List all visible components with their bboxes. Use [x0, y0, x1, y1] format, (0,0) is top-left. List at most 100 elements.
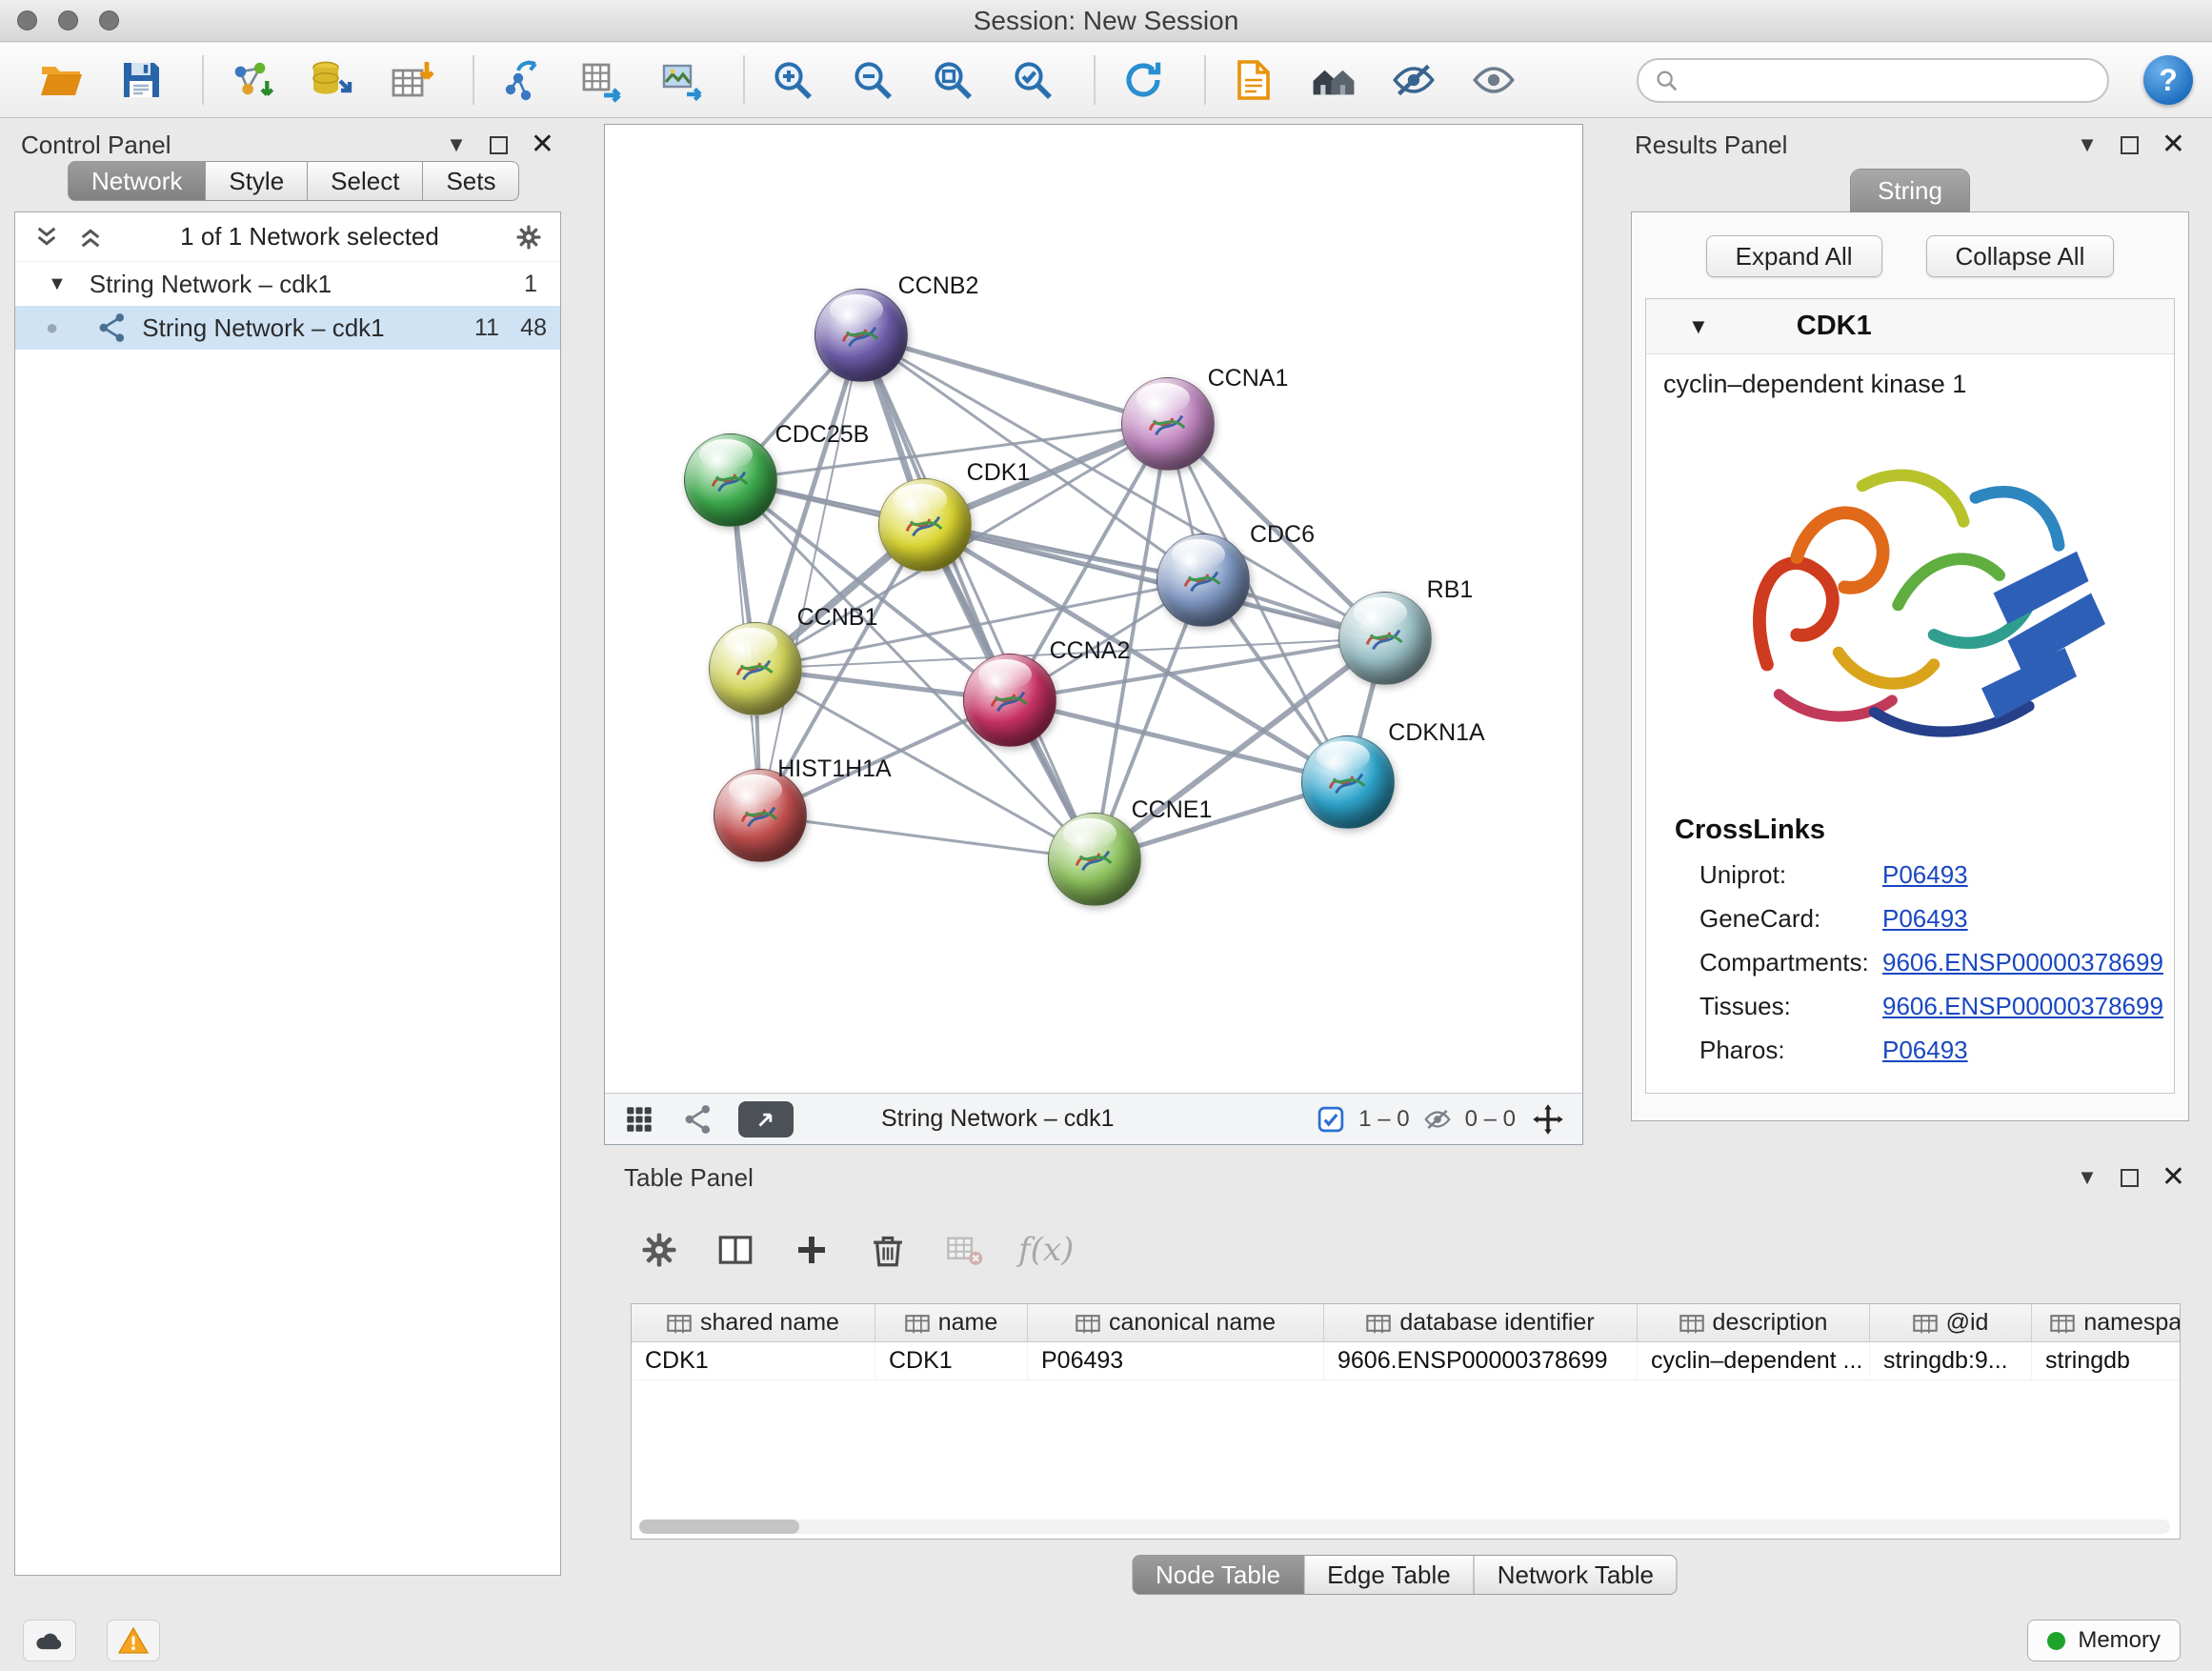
column-header-id[interactable]: @id [1870, 1304, 2032, 1341]
expand-all-icon[interactable] [32, 223, 61, 252]
column-header-shared-name[interactable]: shared name [632, 1304, 875, 1341]
panel-close-icon[interactable]: ✕ [2162, 1163, 2185, 1192]
panel-float-icon[interactable] [490, 136, 508, 154]
tab-edge-table[interactable]: Edge Table [1304, 1555, 1475, 1595]
column-header-database-identifier[interactable]: database identifier [1324, 1304, 1638, 1341]
import-table-icon [389, 57, 434, 103]
network-list-button[interactable] [679, 1100, 717, 1138]
delete-column-button[interactable] [866, 1228, 910, 1272]
column-header-name[interactable]: name [875, 1304, 1028, 1341]
network-canvas[interactable]: CCNB2CCNA1CDC25BCDK1CDC6RB1CCNB1CCNA2CDK… [605, 125, 1582, 1093]
disclosure-triangle-icon[interactable]: ▼ [48, 273, 67, 295]
node-ccna2[interactable] [963, 654, 1056, 747]
column-header-description[interactable]: description [1638, 1304, 1870, 1341]
node-label-rb1: RB1 [1345, 576, 1555, 604]
node-ccnb1[interactable] [709, 622, 802, 715]
panel-float-icon[interactable] [2121, 136, 2139, 154]
crosslink-value-link[interactable]: P06493 [1882, 860, 1968, 890]
hidden-eye-slash-icon[interactable] [1423, 1105, 1452, 1134]
import-network-file-icon [229, 57, 274, 103]
panel-close-icon[interactable]: ✕ [531, 131, 554, 159]
open-session-button[interactable] [34, 53, 88, 107]
panel-float-icon[interactable] [2121, 1169, 2139, 1187]
crosslink-value-link[interactable]: 9606.ENSP00000378699 [1882, 992, 2163, 1021]
panel-menu-icon[interactable]: ▼ [2077, 132, 2098, 157]
expand-all-button[interactable]: Expand All [1706, 235, 1882, 277]
panel-close-icon[interactable]: ✕ [2162, 131, 2185, 159]
node-cdk1[interactable] [878, 478, 972, 572]
import-network-database-button[interactable] [305, 53, 358, 107]
edge-ccnb2-hist1h1a[interactable] [760, 335, 861, 815]
edge-hist1h1a-ccne1[interactable] [760, 815, 1095, 859]
tab-network-table[interactable]: Network Table [1475, 1555, 1678, 1595]
zoom-in-button[interactable] [766, 53, 819, 107]
memory-label: Memory [2078, 1627, 2161, 1654]
apply-layout-button[interactable] [1116, 53, 1170, 107]
cloud-status-button[interactable] [23, 1620, 76, 1661]
birds-eye-toggle-button[interactable] [1529, 1100, 1567, 1138]
warning-status-button[interactable] [107, 1620, 160, 1661]
export-table-button[interactable] [575, 53, 629, 107]
tab-sets[interactable]: Sets [423, 161, 519, 201]
edge-ccnb2-ccna1[interactable] [861, 335, 1168, 424]
network-row-selected[interactable]: ● String Network – cdk1 11 48 [15, 306, 560, 350]
export-network-button[interactable] [495, 53, 549, 107]
disclosure-triangle-icon[interactable]: ▼ [1688, 314, 1709, 339]
table-mode-button[interactable] [637, 1228, 681, 1272]
window-minimize-button[interactable] [58, 10, 78, 30]
table-header-row: shared namenamecanonical namedatabase id… [632, 1304, 2180, 1342]
cybrowser-button[interactable] [1307, 53, 1360, 107]
node-cdkn1a[interactable] [1301, 735, 1395, 829]
column-header-label: @id [1946, 1309, 1989, 1337]
tab-node-table[interactable]: Node Table [1132, 1555, 1304, 1595]
tab-network[interactable]: Network [68, 161, 206, 201]
scrollbar-thumb[interactable] [639, 1520, 799, 1534]
panel-menu-icon[interactable]: ▼ [446, 132, 467, 157]
protein-card-header[interactable]: ▼ CDK1 [1646, 299, 2174, 354]
help-button[interactable]: ? [2143, 55, 2193, 105]
gear-icon[interactable] [514, 223, 543, 252]
table-cell-description: cyclin–dependent ... [1638, 1342, 1870, 1379]
window-zoom-button[interactable] [99, 10, 119, 30]
column-header-canonical-name[interactable]: canonical name [1028, 1304, 1324, 1341]
warning-icon [117, 1626, 150, 1655]
import-table-button[interactable] [385, 53, 438, 107]
tab-style[interactable]: Style [206, 161, 308, 201]
tab-select[interactable]: Select [308, 161, 423, 201]
horizontal-scrollbar[interactable] [639, 1520, 2170, 1534]
network-collection-row[interactable]: ▼ String Network – cdk1 1 [15, 262, 560, 306]
crosslink-value-link[interactable]: 9606.ENSP00000378699 [1882, 948, 2163, 977]
grid-view-button[interactable] [620, 1100, 658, 1138]
node-ccne1[interactable] [1048, 813, 1141, 906]
hide-graphics-button[interactable] [1387, 53, 1440, 107]
crosslink-value-link[interactable]: P06493 [1882, 904, 1968, 934]
table-row[interactable]: CDK1CDK1P064939606.ENSP00000378699cyclin… [632, 1342, 2180, 1380]
show-columns-button[interactable] [714, 1228, 757, 1272]
session-notes-button[interactable] [1227, 53, 1280, 107]
panel-menu-icon[interactable]: ▼ [2077, 1165, 2098, 1190]
clear-table-button[interactable] [942, 1228, 986, 1272]
tab-string[interactable]: String [1851, 170, 1969, 211]
collapse-all-button[interactable]: Collapse All [1926, 235, 2115, 277]
export-image-button[interactable] [655, 53, 709, 107]
zoom-fit-button[interactable] [926, 53, 979, 107]
table-toolbar: f(x) [637, 1221, 1074, 1278]
function-builder-button[interactable]: f(x) [1018, 1231, 1074, 1269]
node-ccnb2[interactable] [814, 289, 908, 382]
create-column-button[interactable] [790, 1228, 834, 1272]
node-rb1[interactable] [1338, 592, 1432, 685]
save-session-button[interactable] [114, 53, 168, 107]
collapse-all-icon[interactable] [76, 223, 105, 252]
zoom-selected-button[interactable] [1006, 53, 1059, 107]
column-header-namespac[interactable]: namespac [2032, 1304, 2181, 1341]
selected-node-edge-counts: 1 – 0 [1358, 1106, 1409, 1133]
selected-checkbox-icon[interactable] [1317, 1105, 1345, 1134]
show-graphics-button[interactable] [1467, 53, 1520, 107]
import-network-file-button[interactable] [225, 53, 278, 107]
detach-view-button[interactable] [738, 1101, 794, 1137]
search-input[interactable] [1690, 62, 2107, 100]
zoom-out-button[interactable] [846, 53, 899, 107]
memory-button[interactable]: Memory [2027, 1620, 2181, 1661]
crosslink-value-link[interactable]: P06493 [1882, 1036, 1968, 1065]
window-close-button[interactable] [17, 10, 37, 30]
